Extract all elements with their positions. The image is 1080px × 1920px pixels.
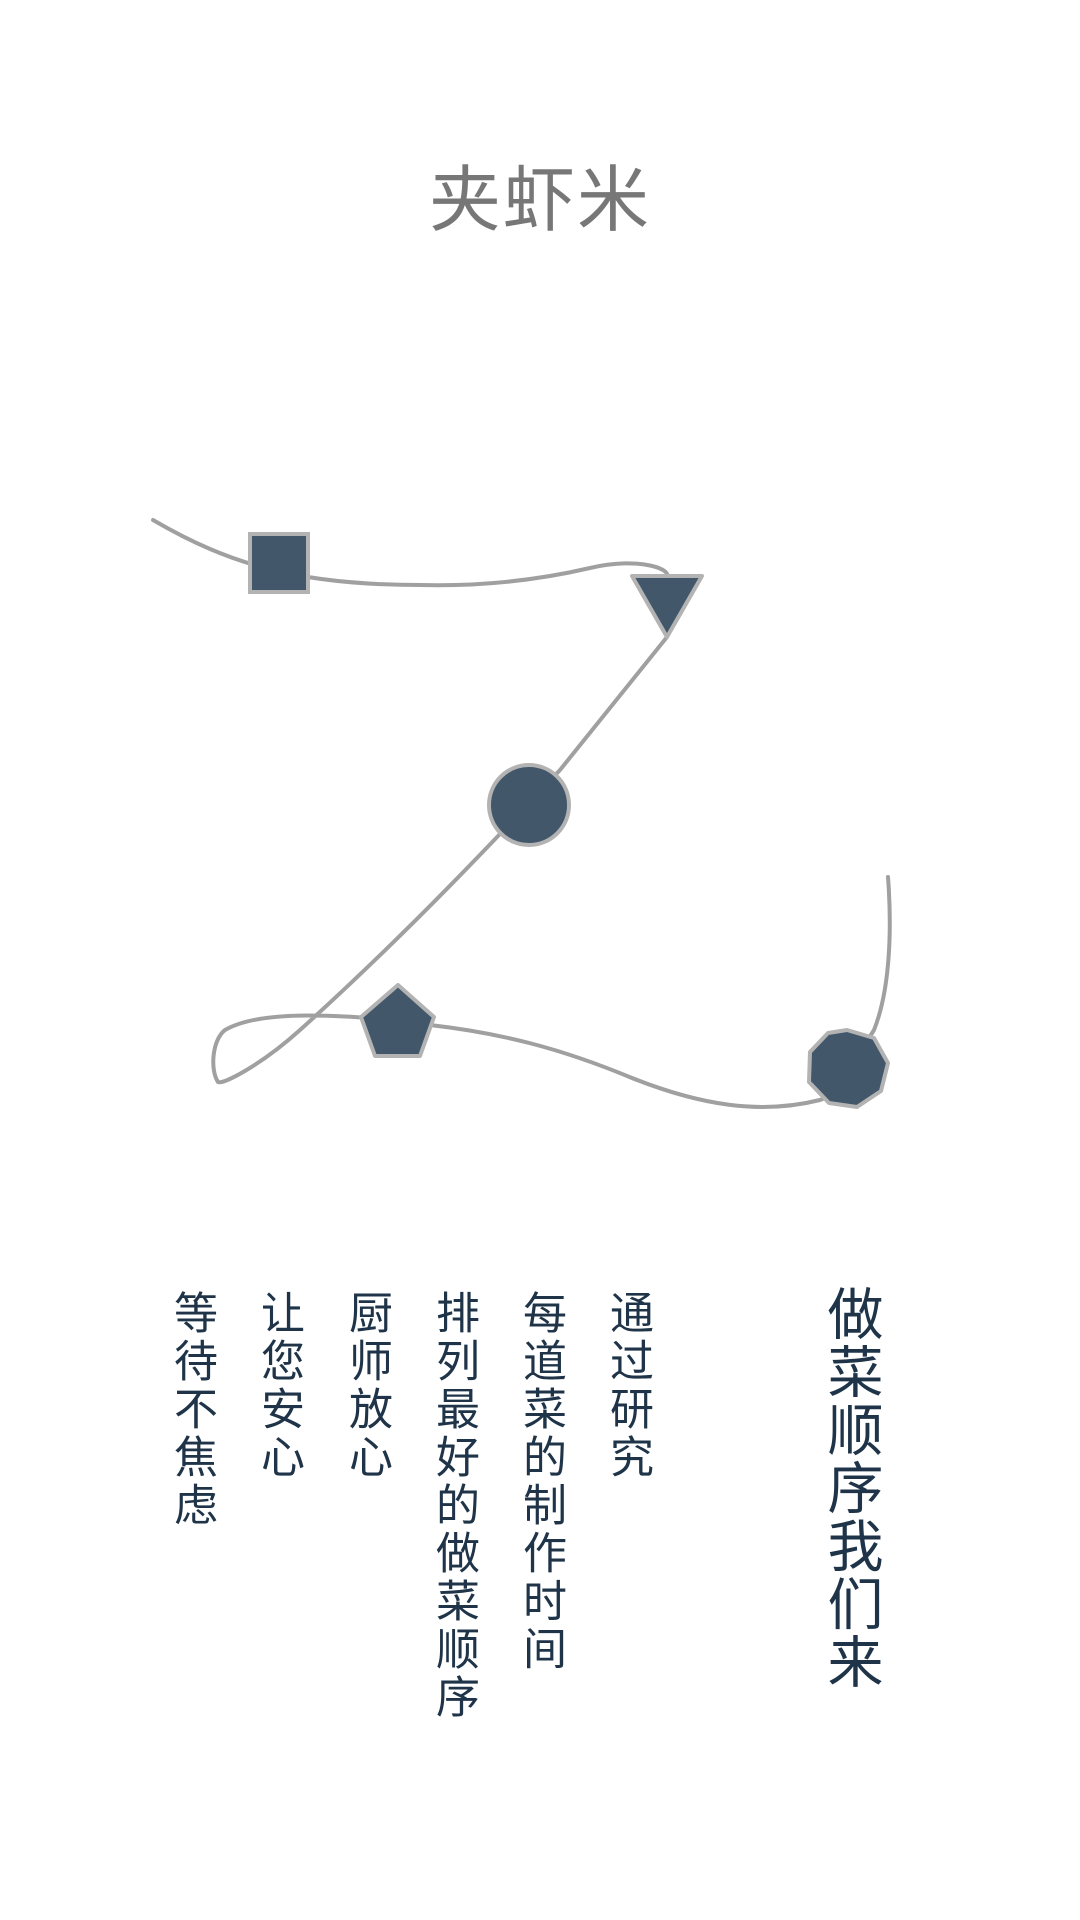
intro-line: 让您安心 <box>253 1290 304 1482</box>
heptagon-shape-icon <box>807 1028 890 1109</box>
intro-line: 等待不焦虑 <box>166 1290 217 1530</box>
onboarding-screen: 夹虾米 做菜顺序我们来 通过研究 每道菜的制作时间 排列最好的做菜顺序 厨师放心… <box>0 0 1080 1920</box>
square-shape-icon <box>248 532 310 594</box>
pentagon-shape-icon <box>359 983 436 1058</box>
intro-line: 排列最好的做菜顺序 <box>428 1290 479 1722</box>
intro-heading: 做菜顺序我们来 <box>818 1285 883 1691</box>
triangle-shape-icon <box>630 574 704 639</box>
circle-shape-icon <box>487 763 571 847</box>
intro-line: 厨师放心 <box>341 1290 392 1482</box>
intro-line: 通过研究 <box>602 1290 653 1482</box>
intro-line: 每道菜的制作时间 <box>515 1290 566 1674</box>
